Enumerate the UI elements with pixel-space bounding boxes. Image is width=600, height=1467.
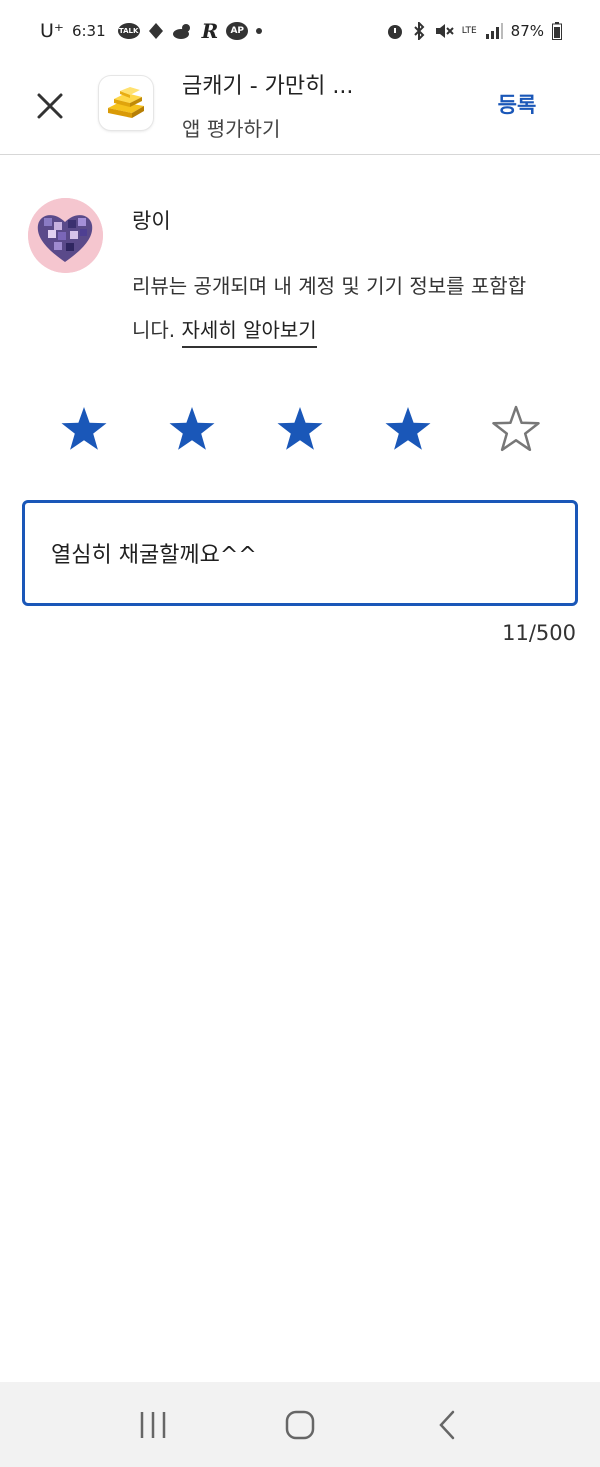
r-app-icon: R	[201, 19, 219, 43]
app-icon	[99, 76, 153, 130]
star-icon	[277, 407, 323, 450]
star-icon	[492, 405, 540, 452]
star-icon	[169, 407, 215, 450]
star-filled-1[interactable]	[60, 405, 108, 453]
back-button[interactable]	[417, 1395, 477, 1455]
user-name: 랑이	[132, 209, 171, 233]
signal-icon	[485, 23, 503, 39]
dot-icon	[256, 28, 263, 34]
navigation-bar	[0, 1382, 600, 1467]
close-icon	[37, 93, 63, 119]
status-time: 6:31	[71, 22, 106, 40]
star-icon	[61, 407, 107, 450]
star-filled-2[interactable]	[168, 405, 216, 453]
lte-icon: LTE	[461, 25, 477, 36]
gold-bars-icon	[108, 87, 144, 118]
close-button[interactable]	[26, 82, 74, 130]
recent-apps-button[interactable]	[123, 1395, 183, 1455]
weather-icon	[172, 23, 194, 39]
carrier-label: U⁺	[40, 20, 64, 42]
recent-apps-icon	[141, 1411, 166, 1438]
star-filled-4[interactable]	[384, 405, 432, 453]
star-empty-5[interactable]	[492, 405, 540, 453]
avatar	[28, 198, 103, 273]
battery-percent: 87%	[510, 22, 544, 40]
home-icon	[285, 1410, 315, 1439]
star-filled-3[interactable]	[276, 405, 324, 453]
character-counter: 11/500	[502, 621, 576, 645]
review-notice: 리뷰는 공개되며 내 계정 및 기기 정보를 포함합니다. 자세히 알아보기	[132, 264, 532, 352]
review-input[interactable]: 열심히 채굴할께요^^	[22, 500, 578, 606]
ap-icon: AP	[226, 22, 249, 40]
home-button[interactable]	[270, 1395, 330, 1455]
mute-icon	[434, 22, 454, 40]
bluetooth-icon	[412, 22, 426, 40]
app-title: 금캐기 - 가만히 ...	[182, 74, 354, 99]
learn-more-link[interactable]: 자세히 알아보기	[181, 318, 317, 348]
screen: U⁺ 6:31 TALK R AP LTE 87% 금캐기 - 가만히 ... …	[0, 0, 600, 1467]
kakaotalk-icon: TALK	[117, 23, 140, 39]
status-left: U⁺ 6:31 TALK R AP	[40, 19, 263, 43]
page-subtitle: 앱 평가하기	[182, 117, 281, 141]
star-rating	[60, 405, 540, 457]
heart-collage-image	[28, 198, 103, 273]
battery-icon	[552, 22, 562, 40]
app-header: 금캐기 - 가만히 ... 앱 평가하기 등록	[0, 62, 600, 155]
lte-label: LTE	[461, 25, 477, 36]
status-right: LTE 87%	[386, 22, 562, 40]
alarm-icon	[386, 22, 404, 40]
star-icon	[385, 407, 431, 450]
status-bar: U⁺ 6:31 TALK R AP LTE 87%	[0, 0, 600, 62]
drop-icon	[148, 22, 164, 40]
back-icon	[438, 1410, 454, 1439]
post-button[interactable]: 등록	[482, 82, 552, 126]
